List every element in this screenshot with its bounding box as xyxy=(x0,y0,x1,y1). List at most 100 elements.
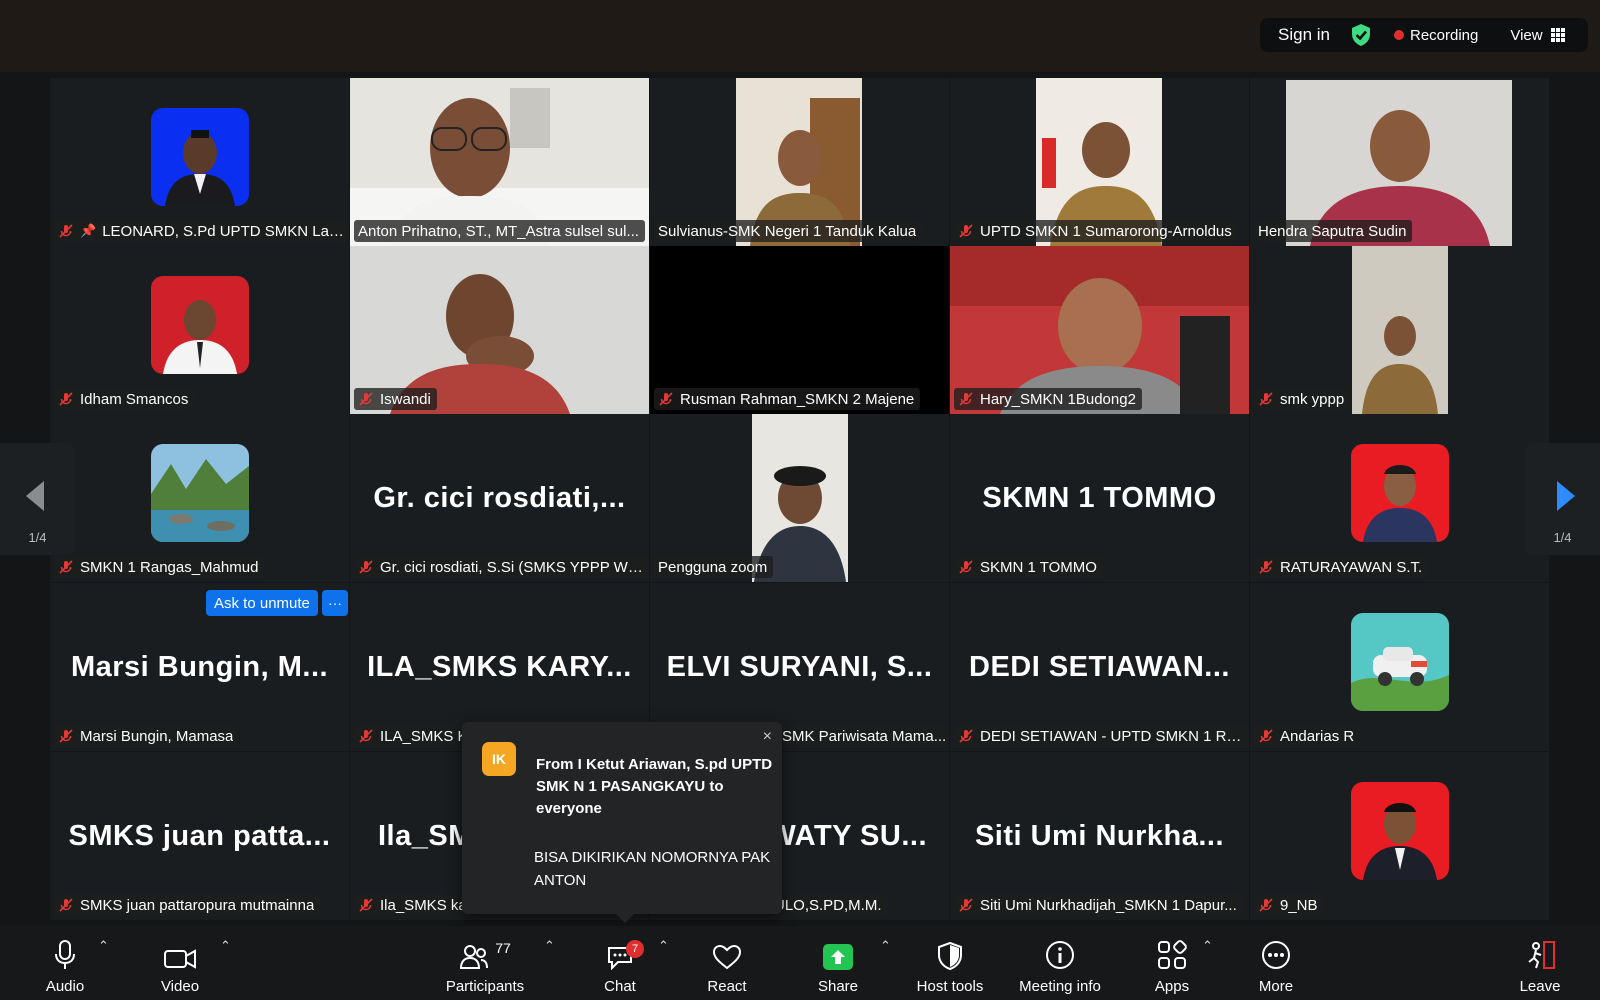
ask-to-unmute-button[interactable]: Ask to unmute xyxy=(206,590,318,616)
participant-name-bar: Marsi Bungin, Mamasa xyxy=(54,725,240,747)
page-indicator: 1/4 xyxy=(28,530,47,545)
participant-tile[interactable]: Idham Smancos xyxy=(50,246,349,414)
chat-notification-popup[interactable]: IK × From I Ketut Ariawan, S.pd UPTD SMK… xyxy=(462,722,782,923)
muted-mic-icon xyxy=(1258,559,1274,575)
participants-button[interactable]: 77 Participants xyxy=(440,926,530,1000)
unread-chat-badge: 7 xyxy=(626,940,644,958)
participant-name: smk yppp xyxy=(1280,390,1345,408)
muted-mic-icon xyxy=(958,559,974,575)
participants-options-caret[interactable]: ⌃ xyxy=(544,938,555,954)
recording-label[interactable]: Recording xyxy=(1410,27,1478,44)
participant-tile[interactable]: RATURAYAWAN S.T. xyxy=(1250,414,1549,582)
participant-name: Anton Prihatno, ST., MT_Astra sulsel sul… xyxy=(358,222,639,240)
participant-name-bar: SMK Pariwisata Mama... xyxy=(778,725,949,747)
muted-mic-icon xyxy=(58,559,74,575)
audio-options-caret[interactable]: ⌃ xyxy=(98,938,109,954)
participant-name-bar: SKMN 1 TOMMO xyxy=(954,556,1103,578)
previous-page-button[interactable]: 1/4 xyxy=(0,443,75,555)
participant-name-bar: 📌 LEONARD, S.Pd UPTD SMKN Lam... xyxy=(54,220,349,242)
participant-tile[interactable]: Anton Prihatno, ST., MT_Astra sulsel sul… xyxy=(350,78,649,246)
participant-name: Andarias R xyxy=(1280,727,1355,745)
share-options-caret[interactable]: ⌃ xyxy=(880,938,891,954)
participant-tile[interactable]: SMKN 1 Rangas_Mahmud xyxy=(50,414,349,582)
participant-name: LEONARD, S.Pd UPTD SMKN Lam... xyxy=(102,222,348,240)
chat-sender-line: From I Ketut Ariawan, S.pd UPTD SMK N 1 … xyxy=(536,756,773,817)
participant-tile[interactable]: smk yppp xyxy=(1250,246,1549,414)
meeting-info-button[interactable]: Meeting info xyxy=(1012,926,1108,1000)
participant-tile[interactable]: Rusman Rahman_SMKN 2 Majene xyxy=(650,246,949,414)
participant-name-bar: Ila_SMKS ka xyxy=(354,894,473,916)
participant-name: Hary_SMKN 1Budong2 xyxy=(980,390,1136,408)
participant-name-bar: Hendra Saputra Sudin xyxy=(1254,220,1413,242)
avatar xyxy=(150,108,249,206)
participant-tile[interactable]: Andarias R xyxy=(1250,583,1549,751)
leave-door-icon xyxy=(1528,941,1555,969)
participant-tile[interactable]: 📌 LEONARD, S.Pd UPTD SMKN Lam... xyxy=(50,78,349,246)
participant-name: Rusman Rahman_SMKN 2 Majene xyxy=(680,390,915,408)
participant-gallery: 📌 LEONARD, S.Pd UPTD SMKN Lam... Anton P… xyxy=(0,76,1600,926)
participant-name: 9_NB xyxy=(1280,896,1318,914)
view-button-label[interactable]: View xyxy=(1510,27,1542,44)
video-options-caret[interactable]: ⌃ xyxy=(220,938,231,954)
participant-name: Gr. cici rosdiati, S.Si (SMKS YPPP WO... xyxy=(380,558,648,576)
arrow-left-icon xyxy=(26,481,44,511)
host-tools-button[interactable]: Host tools xyxy=(912,926,988,1000)
participant-tile-active-speaker[interactable]: Hendra Saputra Sudin xyxy=(1250,78,1549,246)
participant-name: RATURAYAWAN S.T. xyxy=(1280,558,1423,576)
participant-name: Pengguna zoom xyxy=(658,558,768,576)
grid-view-icon[interactable] xyxy=(1550,28,1565,42)
participant-tile[interactable]: Pengguna zoom xyxy=(650,414,949,582)
participant-tile[interactable]: Gr. cici rosdiati,... Gr. cici rosdiati,… xyxy=(350,414,649,582)
participant-tile[interactable]: DEDI SETIAWAN... DEDI SETIAWAN - UPTD SM… xyxy=(950,583,1249,751)
pin-icon: 📌 xyxy=(80,223,97,238)
top-status-pill: Sign in Recording View xyxy=(1260,18,1588,52)
participants-label: Participants xyxy=(445,978,525,995)
participant-name: Ila_SMKS ka xyxy=(380,896,467,914)
avatar xyxy=(150,444,249,542)
participant-tile[interactable]: SKMN 1 TOMMO SKMN 1 TOMMO xyxy=(950,414,1249,582)
share-button[interactable]: Share xyxy=(815,926,861,1000)
participant-name-bar: RATURAYAWAN S.T. xyxy=(1254,556,1429,578)
next-page-button[interactable]: 1/4 xyxy=(1525,443,1600,555)
apps-button[interactable]: Apps xyxy=(1150,926,1194,1000)
chat-label: Chat xyxy=(604,978,636,995)
participant-tile[interactable]: Iswandi xyxy=(350,246,649,414)
avatar xyxy=(1350,613,1449,711)
page-indicator: 1/4 xyxy=(1553,530,1572,545)
meeting-info-label: Meeting info xyxy=(1019,978,1101,995)
participant-tile[interactable]: SMKS juan patta... SMKS juan pattaropura… xyxy=(50,752,349,920)
apps-label: Apps xyxy=(1154,978,1190,995)
sign-in-link[interactable]: Sign in xyxy=(1278,25,1330,45)
muted-mic-icon xyxy=(58,897,74,913)
close-icon[interactable]: × xyxy=(763,728,772,746)
avatar xyxy=(1350,444,1449,542)
participant-tile[interactable]: 9_NB xyxy=(1250,752,1549,920)
participant-name: SMKN 1 Rangas_Mahmud xyxy=(80,558,259,576)
chat-options-caret[interactable]: ⌃ xyxy=(658,938,669,954)
participant-name-bar: Siti Umi Nurkhadijah_SMKN 1 Dapur... xyxy=(954,894,1243,916)
participant-name-bar: Iswandi xyxy=(354,388,437,410)
react-button[interactable]: React xyxy=(705,926,749,1000)
participant-tile[interactable]: Hary_SMKN 1Budong2 xyxy=(950,246,1249,414)
participant-tile[interactable]: Sulvianus-SMK Negeri 1 Tanduk Kalua xyxy=(650,78,949,246)
info-icon xyxy=(1046,941,1074,969)
leave-button[interactable]: Leave xyxy=(1518,926,1562,1000)
participant-name-bar: ULO,S.PD,M.M. xyxy=(770,894,888,916)
audio-button[interactable]: Audio xyxy=(40,926,90,1000)
more-button[interactable]: More xyxy=(1255,926,1297,1000)
apps-options-caret[interactable]: ⌃ xyxy=(1202,938,1213,954)
participant-name: Sulvianus-SMK Negeri 1 Tanduk Kalua xyxy=(658,222,917,240)
video-camera-icon xyxy=(164,949,196,969)
chat-button[interactable]: Chat xyxy=(600,926,640,1000)
shield-check-icon[interactable] xyxy=(1350,23,1372,47)
top-bar: Sign in Recording View xyxy=(0,0,1600,72)
leave-label: Leave xyxy=(1519,978,1561,995)
muted-mic-icon xyxy=(958,728,974,744)
more-options-button[interactable]: ··· xyxy=(322,590,348,616)
muted-mic-icon xyxy=(358,391,374,407)
video-button[interactable]: Video xyxy=(155,926,205,1000)
participant-tile[interactable]: Siti Umi Nurkha... Siti Umi Nurkhadijah_… xyxy=(950,752,1249,920)
avatar xyxy=(150,276,249,374)
share-screen-icon xyxy=(823,944,853,970)
participant-tile[interactable]: UPTD SMKN 1 Sumarorong-Arnoldus xyxy=(950,78,1249,246)
